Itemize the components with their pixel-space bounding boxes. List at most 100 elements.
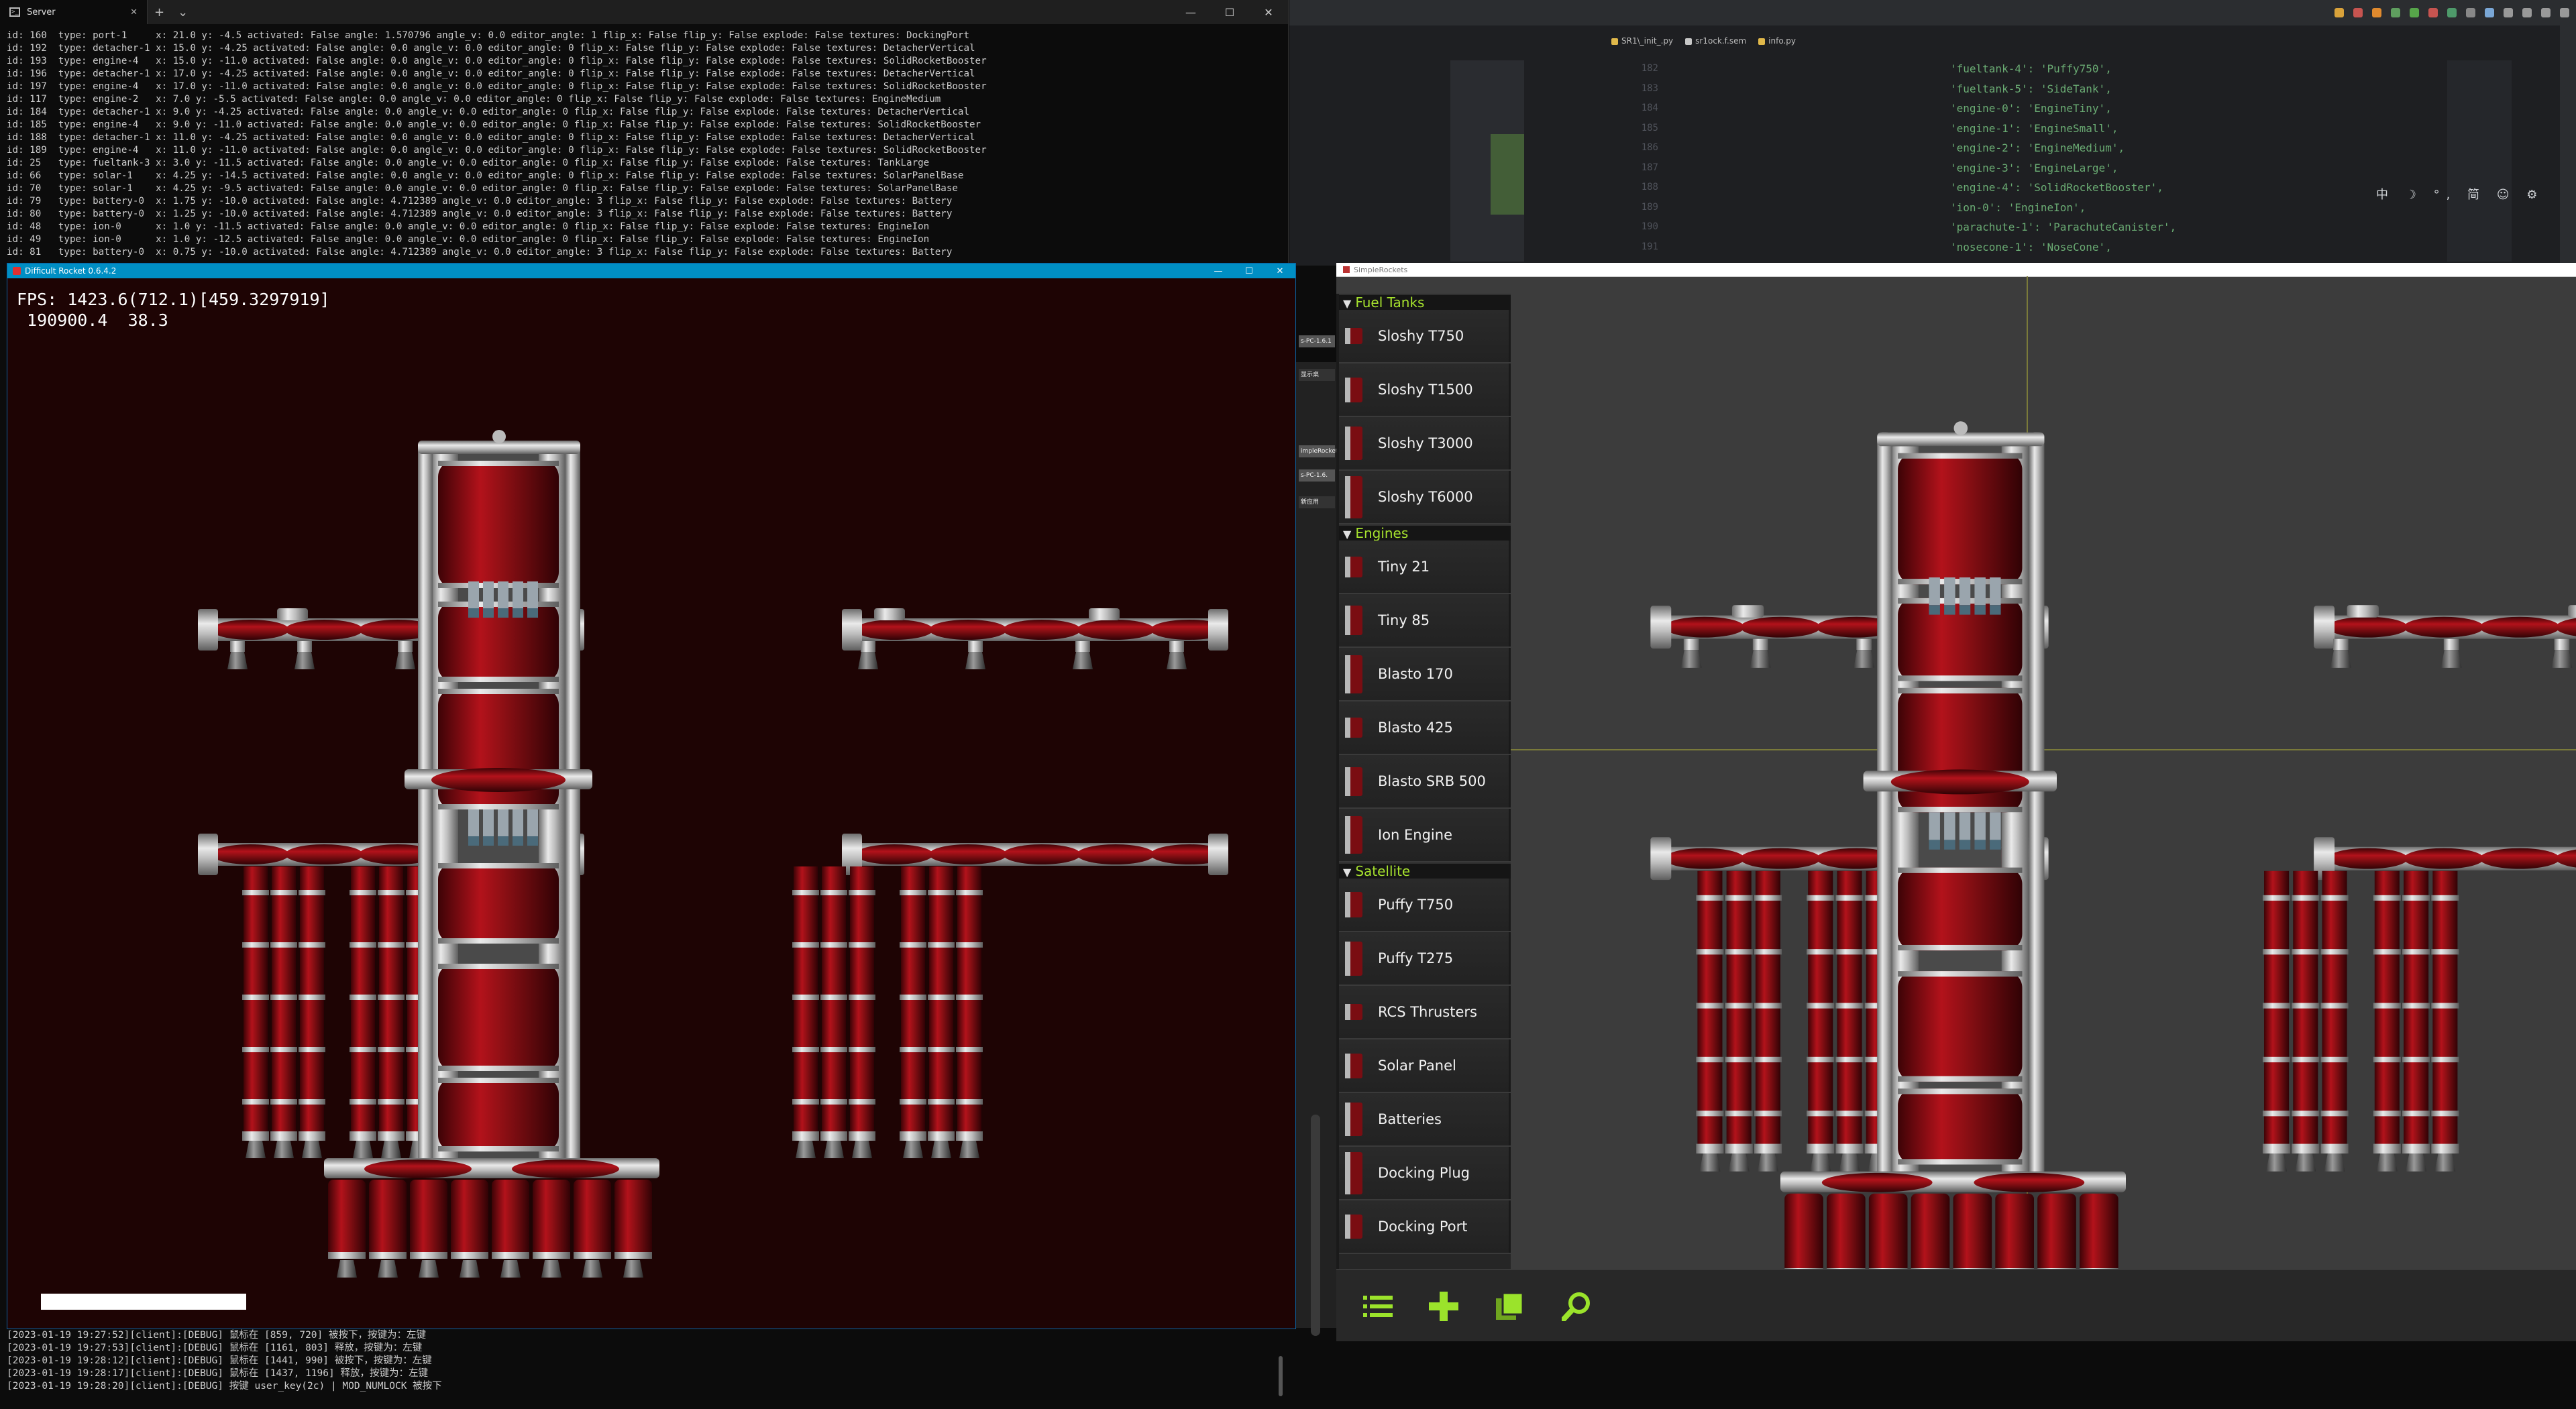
- vcs-icon[interactable]: [2334, 8, 2344, 17]
- code-line: 'engine-3': 'EngineLarge',: [1950, 161, 2118, 174]
- part-item[interactable]: Batteries: [1339, 1093, 1511, 1147]
- category-label: Fuel Tanks: [1355, 294, 1425, 311]
- part-label: Tiny 85: [1378, 612, 1430, 628]
- run-icon[interactable]: [2410, 8, 2419, 17]
- part-item[interactable]: Sloshy T750: [1339, 310, 1511, 363]
- chevron-down-icon[interactable]: ⌄: [171, 5, 195, 19]
- maximize-icon[interactable]: ☐: [1234, 266, 1265, 276]
- game-titlebar[interactable]: Difficult Rocket 0.6.4.2 — ☐ ✕: [7, 264, 1295, 278]
- part-item[interactable]: Ion Engine: [1339, 809, 1511, 862]
- part-item[interactable]: Solar Panel: [1339, 1039, 1511, 1093]
- code-line: 'fueltank-4': 'Puffy750',: [1950, 62, 2112, 75]
- part-label: Blasto 170: [1378, 666, 1453, 682]
- scrollbar[interactable]: [1279, 1356, 1283, 1396]
- triangle-down-icon: ▼: [1343, 528, 1352, 541]
- server-terminal-window[interactable]: >_ Server ✕ + ⌄ — ☐ ✕ id: 160 type: port…: [0, 0, 1289, 266]
- close-icon[interactable]: ✕: [1249, 6, 1288, 19]
- copy-button[interactable]: [1489, 1286, 1532, 1327]
- editor-minimap[interactable]: [2447, 60, 2512, 262]
- part-thumbnail-icon: [1339, 313, 1368, 359]
- rocket-scene-left[interactable]: [7, 278, 1295, 1329]
- new-tab-icon[interactable]: +: [148, 5, 171, 19]
- editor-tab[interactable]: SR1\_init_.py: [1611, 36, 1673, 46]
- line-number: 185: [1641, 122, 1658, 133]
- terminal-line: id: 160 type: port-1 x: 21.0 y: -4.5 act…: [7, 30, 969, 41]
- line-number: 190: [1641, 221, 1658, 232]
- part-thumbnail-icon: [1339, 473, 1368, 520]
- build-icon[interactable]: [2372, 8, 2381, 17]
- editor-code[interactable]: 'fueltank-4': 'Puffy750', 'fueltank-5': '…: [1950, 59, 2176, 257]
- settings-icon[interactable]: [2504, 8, 2513, 17]
- taskbar-chip[interactable]: s-PC-1.6.1: [1299, 335, 1335, 347]
- rocket-assembly[interactable]: [1650, 421, 2576, 1269]
- ide-right-toolstrip[interactable]: [2560, 25, 2576, 266]
- part-thumbnail-icon: [1339, 881, 1368, 928]
- git-icon[interactable]: [2466, 8, 2475, 17]
- add-part-button[interactable]: [1422, 1286, 1465, 1327]
- list-button[interactable]: [1356, 1286, 1399, 1327]
- part-item[interactable]: Sloshy T6000: [1339, 471, 1511, 524]
- part-item[interactable]: Tiny 85: [1339, 594, 1511, 648]
- part-label: Blasto 425: [1378, 720, 1453, 736]
- fps-readout: FPS: 1423.6(712.1)[459.3297919] 190900.4…: [17, 290, 330, 330]
- maximize-icon[interactable]: ☐: [1210, 6, 1249, 19]
- taskbar-chip[interactable]: impleRocket: [1299, 445, 1338, 457]
- category-header-1[interactable]: ▼ Engines: [1339, 524, 1511, 541]
- minimize-icon[interactable]: [2522, 8, 2532, 17]
- sr-title: SimpleRockets: [1354, 265, 1408, 274]
- part-item[interactable]: Blasto SRB 500: [1339, 755, 1511, 809]
- part-item[interactable]: Sloshy T1500: [1339, 363, 1511, 417]
- close-icon[interactable]: ✕: [1265, 266, 1295, 276]
- rocket-assembly[interactable]: [198, 430, 1228, 1278]
- debug-icon[interactable]: [2447, 8, 2457, 17]
- terminal-line: id: 66 type: solar-1 x: 4.25 y: -14.5 ac…: [7, 170, 964, 181]
- sr-titlebar[interactable]: SimpleRockets: [1336, 263, 2576, 277]
- part-item[interactable]: Sloshy T3000: [1339, 417, 1511, 471]
- part-thumbnail-icon: [1339, 1042, 1368, 1089]
- stop-icon[interactable]: [2428, 8, 2438, 17]
- log-output: [2023-01-19 19:27:52][client]:[DEBUG] 鼠标…: [0, 1329, 1288, 1393]
- parts-panel[interactable]: ▼ Fuel Tanks Sloshy T750 Sloshy T1500 Sloshy…: [1339, 294, 1511, 1269]
- part-item[interactable]: Puffy T750: [1339, 879, 1511, 932]
- maximize-icon[interactable]: [2541, 8, 2551, 17]
- terminal-line: id: 81 type: battery-0 x: 0.75 y: -10.0 …: [7, 247, 953, 258]
- part-thumbnail-icon: [1339, 1149, 1368, 1196]
- ide-window[interactable]: SR1\_init_.py sr1ock.f.sem info.py 182 18…: [1289, 0, 2576, 266]
- editor-tab[interactable]: info.py: [1758, 36, 1796, 46]
- part-item[interactable]: Blasto 425: [1339, 701, 1511, 755]
- close-icon[interactable]: [2560, 8, 2569, 17]
- editor-tab[interactable]: sr1ock.f.sem: [1685, 36, 1746, 46]
- category-header-0[interactable]: ▼ Fuel Tanks: [1339, 294, 1511, 310]
- part-item[interactable]: Puffy T275: [1339, 932, 1511, 986]
- line-number: 188: [1641, 182, 1658, 192]
- simplerockets-window[interactable]: SimpleRockets ▼ Fuel Tanks Sloshy T750 Slos…: [1336, 263, 2576, 1341]
- terminal-line: id: 184 type: detacher-1 x: 9.0 y: -4.25…: [7, 107, 969, 117]
- close-tab-icon[interactable]: ✕: [130, 7, 138, 17]
- part-item[interactable]: Docking Port: [1339, 1200, 1511, 1254]
- run-config-icon[interactable]: [2391, 8, 2400, 17]
- record-icon[interactable]: [2353, 8, 2363, 17]
- code-line: 'engine-1': 'EngineSmall',: [1950, 121, 2118, 135]
- part-label: Puffy T750: [1378, 897, 1454, 913]
- rocket-scene-right[interactable]: [1509, 276, 2576, 1269]
- minimize-icon[interactable]: —: [1171, 6, 1210, 19]
- ime-toolbar[interactable]: 中 ☽ °, 简 ☺ ⚙: [2376, 185, 2544, 203]
- part-label: Sloshy T750: [1378, 328, 1464, 344]
- game-window[interactable]: Difficult Rocket 0.6.4.2 — ☐ ✕ FPS: 1423…: [7, 263, 1296, 1329]
- terminal-line: id: 79 type: battery-0 x: 1.75 y: -10.0 …: [7, 196, 953, 207]
- part-item[interactable]: Blasto 170: [1339, 648, 1511, 701]
- part-label: Solar Panel: [1378, 1058, 1456, 1074]
- code-line: 'engine-4': 'SolidRocketBooster',: [1950, 181, 2163, 194]
- scrollbar[interactable]: [1311, 1115, 1320, 1336]
- minimize-icon[interactable]: —: [1203, 266, 1234, 276]
- terminal-tab-server[interactable]: >_ Server ✕: [0, 0, 148, 24]
- part-item[interactable]: Docking Plug: [1339, 1147, 1511, 1200]
- part-item[interactable]: RCS Thrusters: [1339, 986, 1511, 1039]
- part-item[interactable]: Tiny 21: [1339, 541, 1511, 594]
- search-icon[interactable]: [2485, 8, 2494, 17]
- taskbar-chip[interactable]: s-PC-1.6.: [1299, 469, 1335, 482]
- category-header-2[interactable]: ▼ Satellite: [1339, 862, 1511, 879]
- taskbar-chip[interactable]: 新应用: [1299, 496, 1335, 508]
- taskbar-chip[interactable]: 显示桌: [1299, 369, 1335, 381]
- search-button[interactable]: [1555, 1286, 1598, 1327]
